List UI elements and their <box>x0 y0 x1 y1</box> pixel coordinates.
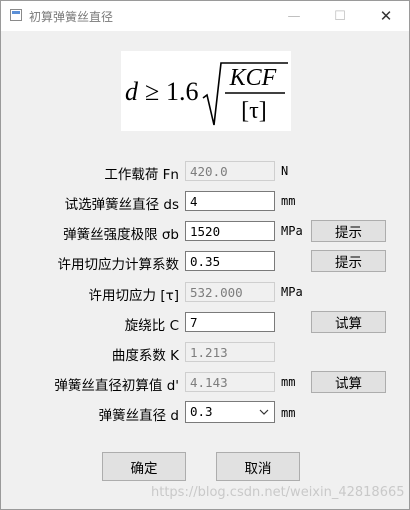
strength-hint-button[interactable]: 提示 <box>311 220 386 242</box>
unit-strength-limit: MPa <box>281 224 303 238</box>
dialog-window: 初算弹簧丝直径 — ☐ ✕ d ≥ 1.6 KCF [τ] 工作载荷 Fn 42… <box>0 0 410 510</box>
ok-button[interactable]: 确定 <box>102 452 186 481</box>
spring-index-input[interactable]: 7 <box>185 312 275 332</box>
minimize-icon: — <box>287 8 301 24</box>
label-trial-diameter: 试选弹簧丝直径 ds <box>64 197 179 213</box>
label-initial-diameter: 弹簧丝直径初算值 d' <box>54 378 179 394</box>
diameter-trial-button[interactable]: 试算 <box>311 371 386 393</box>
formula-numerator: KCF <box>229 65 277 91</box>
label-allowable-stress: 许用切应力 [τ] <box>88 288 179 304</box>
unit-wire-diameter: mm <box>281 406 296 420</box>
label-spring-index: 旋绕比 C <box>124 318 179 334</box>
index-trial-button[interactable]: 试算 <box>311 311 386 333</box>
app-icon <box>10 9 22 21</box>
minimize-button[interactable]: — <box>271 1 317 31</box>
formula-coef: 1.6 <box>166 77 199 106</box>
label-wire-diameter: 弹簧丝直径 d <box>98 408 179 424</box>
label-work-load: 工作载荷 Fn <box>104 167 179 183</box>
curvature-field: 1.213 <box>185 342 275 362</box>
title-bar: 初算弹簧丝直径 — ☐ ✕ <box>1 1 409 31</box>
formula-image: d ≥ 1.6 KCF [τ] <box>121 51 291 131</box>
allowable-stress-field: 532.000 <box>185 282 275 302</box>
trial-diameter-input[interactable]: 4 <box>185 191 275 211</box>
close-button[interactable]: ✕ <box>363 1 409 31</box>
label-allowable-coef: 许用切应力计算系数 <box>57 257 180 273</box>
chevron-down-icon <box>259 409 269 415</box>
watermark-text: https://blog.csdn.net/weixin_42818665 <box>151 485 405 500</box>
cancel-button[interactable]: 取消 <box>216 452 300 481</box>
formula-svg: d ≥ 1.6 KCF [τ] <box>125 62 288 126</box>
unit-work-load: N <box>281 164 289 178</box>
allowable-coef-input[interactable]: 0.35 <box>185 251 275 271</box>
wire-diameter-value: 0.3 <box>190 404 213 419</box>
label-curvature: 曲度系数 K <box>111 348 179 364</box>
unit-allowable-stress: MPa <box>281 285 303 299</box>
unit-trial-diameter: mm <box>281 194 296 208</box>
coef-hint-button[interactable]: 提示 <box>311 250 386 272</box>
maximize-icon: ☐ <box>334 8 346 24</box>
maximize-button[interactable]: ☐ <box>317 1 363 31</box>
work-load-field: 420.0 <box>185 161 275 181</box>
wire-diameter-select[interactable]: 0.3 <box>185 401 275 423</box>
formula-rel: ≥ <box>145 77 159 106</box>
formula-denominator: [τ] <box>241 98 267 124</box>
close-icon: ✕ <box>379 7 393 25</box>
strength-limit-input[interactable]: 1520 <box>185 221 275 241</box>
window-title: 初算弹簧丝直径 <box>29 10 114 24</box>
label-strength-limit: 弹簧丝强度极限 σb <box>63 227 179 243</box>
formula-lhs: d <box>125 77 139 106</box>
initial-diameter-field: 4.143 <box>185 372 275 392</box>
unit-initial-diameter: mm <box>281 375 296 389</box>
